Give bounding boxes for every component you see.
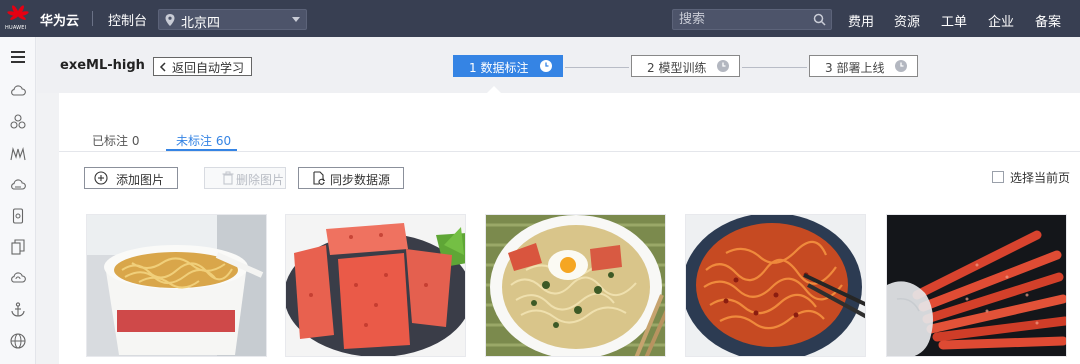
device-icon[interactable] — [9, 207, 27, 225]
select-page-checkbox[interactable] — [992, 171, 1004, 183]
cloud-storage-icon[interactable] — [9, 176, 27, 194]
nav-tickets[interactable]: 工单 — [941, 11, 967, 30]
labeling-panel: 已标注 0 未标注 60 添加图片 删除图片 同步数据源 选择当前页 — [59, 93, 1080, 364]
nav-enterprise[interactable]: 企业 — [988, 11, 1014, 30]
select-current-page[interactable]: 选择当前页 — [992, 169, 1072, 187]
region-label: 北京四 — [181, 16, 221, 31]
top-bar: HUAWEI 华为云 控制台 北京四 费用 资源 工单 企业 备案 — [0, 0, 1080, 37]
location-pin-icon — [165, 14, 175, 26]
clock-icon — [895, 60, 907, 72]
service-sidebar — [0, 37, 36, 364]
image-thumbnail[interactable] — [886, 214, 1067, 357]
image-thumbnail[interactable] — [685, 214, 866, 357]
add-image-label: 添加图片 — [116, 173, 165, 187]
nav-resources[interactable]: 资源 — [894, 11, 920, 30]
region-selector[interactable]: 北京四 — [158, 9, 307, 31]
clock-icon — [540, 60, 552, 72]
project-title: exeML-high — [60, 58, 145, 73]
step-label: 3 部署上线 — [825, 61, 885, 75]
chevron-down-icon — [292, 17, 300, 22]
chevron-left-icon — [159, 62, 166, 72]
clock-icon — [717, 60, 729, 72]
tab-divider — [59, 151, 1080, 152]
copy-icon[interactable] — [9, 238, 27, 256]
workspace-header: exeML-high 返回自动学习 1 数据标注 2 模型训练 3 部署上线 — [37, 37, 1080, 93]
anchor-icon[interactable] — [9, 301, 27, 319]
add-image-button[interactable]: 添加图片 — [84, 167, 178, 189]
active-step-pointer — [487, 86, 501, 93]
cup-noodles-image — [87, 215, 266, 356]
delete-image-label: 删除图片 — [236, 173, 285, 187]
menu-icon[interactable] — [9, 48, 27, 66]
globe-icon[interactable] — [9, 332, 27, 350]
plus-circle-icon — [94, 171, 108, 185]
network-icon[interactable] — [9, 145, 27, 163]
step-connector — [742, 67, 807, 68]
cloud-outline-icon[interactable] — [9, 269, 27, 287]
latiao-hand-image — [887, 215, 1066, 356]
trash-icon — [222, 171, 234, 185]
tab-labeled[interactable]: 已标注 0 — [92, 132, 139, 149]
image-thumbnail[interactable] — [86, 214, 267, 357]
sync-data-source-label: 同步数据源 — [330, 173, 391, 187]
nav-icp-filing[interactable]: 备案 — [1035, 11, 1061, 30]
delete-image-button[interactable]: 删除图片 — [204, 167, 286, 189]
image-thumbnail[interactable] — [285, 214, 466, 357]
console-link[interactable]: 控制台 — [108, 10, 147, 29]
cloud-icon[interactable] — [9, 82, 27, 100]
step-connector — [565, 67, 629, 68]
step-data-labeling[interactable]: 1 数据标注 — [453, 55, 563, 77]
noodle-bowl-egg-image — [486, 215, 665, 356]
search-icon[interactable] — [813, 13, 826, 26]
step-deploy[interactable]: 3 部署上线 — [809, 55, 918, 77]
image-thumbnail[interactable] — [485, 214, 666, 357]
back-button-label: 返回自动学习 — [172, 61, 245, 75]
step-model-training[interactable]: 2 模型训练 — [631, 55, 740, 77]
spicy-noodles-image — [686, 215, 865, 356]
search-box[interactable] — [672, 9, 832, 30]
tab-unlabeled[interactable]: 未标注 60 — [176, 132, 231, 149]
brand-name[interactable]: 华为云 — [40, 10, 79, 29]
step-label: 2 模型训练 — [647, 61, 707, 75]
document-sync-icon — [313, 171, 325, 185]
cluster-icon[interactable] — [9, 113, 27, 131]
nav-billing[interactable]: 费用 — [848, 11, 874, 30]
header-divider — [92, 11, 93, 26]
step-label: 1 数据标注 — [469, 61, 529, 75]
spicy-strips-image — [286, 215, 465, 356]
back-to-automl-button[interactable]: 返回自动学习 — [153, 57, 252, 76]
logo-text: HUAWEI — [5, 25, 27, 31]
search-input[interactable] — [679, 11, 809, 28]
select-page-label: 选择当前页 — [1010, 171, 1071, 185]
sync-data-source-button[interactable]: 同步数据源 — [298, 167, 404, 189]
